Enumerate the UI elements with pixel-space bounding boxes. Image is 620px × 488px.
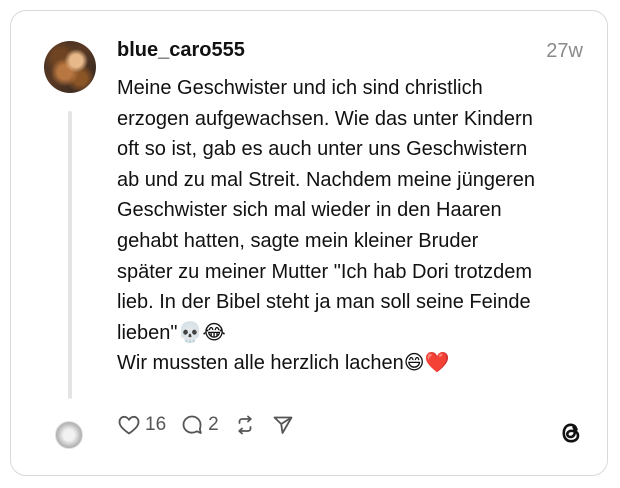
send-icon: [273, 416, 293, 434]
repost-icon: [238, 415, 252, 435]
post-line: lieben"💀😂: [117, 321, 226, 344]
post-line: Geschwister sich mal wieder in den Haare…: [117, 199, 502, 222]
post-timestamp: 27w: [546, 40, 583, 62]
reply-avatar[interactable]: [55, 421, 83, 449]
post-line: erzogen aufgewachsen. Wie das unter Kind…: [117, 107, 533, 130]
username[interactable]: blue_caro555: [117, 39, 245, 62]
user-avatar[interactable]: [44, 41, 96, 93]
post-line: Meine Geschwister und ich sind christlic…: [117, 77, 483, 99]
post-line: später zu meiner Mutter "Ich hab Dori tr…: [117, 260, 533, 283]
post-card: blue_caro555 27w Meine Geschwister und i…: [10, 10, 608, 476]
like-button[interactable]: 16: [117, 413, 166, 437]
repost-button[interactable]: [233, 413, 257, 437]
share-button[interactable]: [271, 413, 295, 437]
post-line: oft so ist, gab es auch unter uns Geschw…: [117, 138, 528, 161]
comment-bubble-icon: [182, 415, 202, 434]
post-line: Wir mussten alle herzlich lachen😄❤️: [117, 352, 450, 375]
threads-logo-icon[interactable]: [557, 419, 585, 447]
post-body: Meine Geschwister und ich sind christlic…: [117, 73, 597, 379]
thread-line: [68, 111, 72, 399]
post-line: gehabt hatten, sagte mein kleiner Bruder: [117, 229, 479, 252]
post-line: lieb. In der Bibel steht ja man soll sei…: [117, 291, 531, 314]
comment-count: 2: [208, 414, 219, 435]
heart-icon: [118, 415, 140, 435]
like-count: 16: [145, 414, 167, 435]
comment-button[interactable]: 2: [180, 413, 219, 437]
post-line: ab und zu mal Streit. Nachdem meine jüng…: [117, 168, 536, 191]
action-bar: 16 2: [117, 409, 309, 441]
